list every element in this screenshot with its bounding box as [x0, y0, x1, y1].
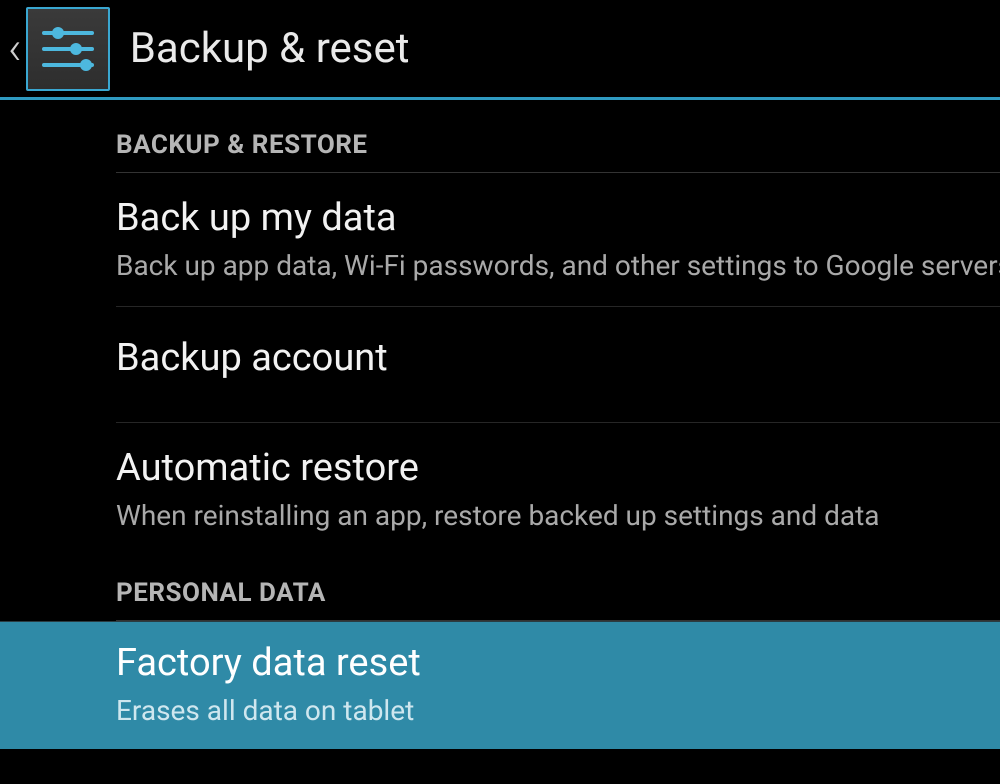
- settings-sliders-icon[interactable]: [26, 7, 110, 91]
- row-factory-data-reset[interactable]: Factory data reset Erases all data on ta…: [0, 621, 1000, 749]
- action-bar: ‹ Backup & reset: [0, 0, 1000, 100]
- row-back-up-my-data[interactable]: Back up my data Back up app data, Wi-Fi …: [116, 173, 1000, 307]
- row-title: Backup account: [116, 337, 1000, 381]
- page-title: Backup & reset: [130, 24, 410, 73]
- row-automatic-restore[interactable]: Automatic restore When reinstalling an a…: [116, 423, 1000, 556]
- back-icon[interactable]: ‹: [6, 26, 24, 72]
- row-subtitle: Erases all data on tablet: [116, 686, 1000, 727]
- section-header-personal-data: Personal Data: [116, 556, 1000, 621]
- row-title: Back up my data: [116, 197, 1000, 241]
- row-subtitle: Back up app data, Wi-Fi passwords, and o…: [116, 241, 1000, 282]
- settings-list: Backup & Restore Back up my data Back up…: [0, 100, 1000, 621]
- row-subtitle: When reinstalling an app, restore backed…: [116, 491, 1000, 532]
- row-title: Automatic restore: [116, 447, 1000, 491]
- row-title: Factory data reset: [116, 642, 1000, 686]
- row-backup-account[interactable]: Backup account: [116, 307, 1000, 424]
- section-header-backup-restore: Backup & Restore: [116, 100, 1000, 173]
